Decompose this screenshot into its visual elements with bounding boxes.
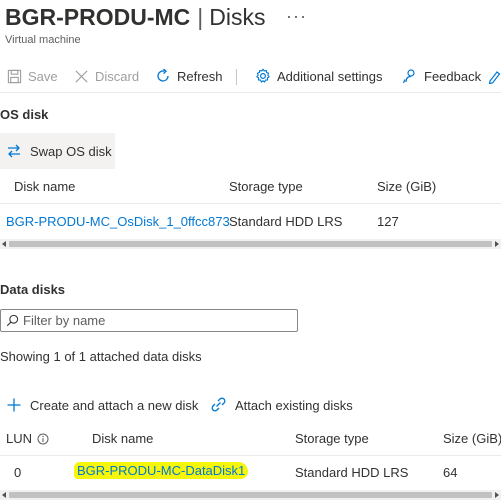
scroll-right-arrow[interactable] bbox=[495, 492, 499, 498]
data-disk-lun: 0 bbox=[14, 465, 22, 480]
data-disk-size: 64 bbox=[443, 465, 458, 480]
search-icon bbox=[6, 314, 19, 327]
os-col-size[interactable]: Size (GiB) bbox=[377, 179, 436, 194]
additional-settings-label: Additional settings bbox=[277, 68, 383, 84]
plus-icon bbox=[6, 397, 22, 413]
os-col-disk-name[interactable]: Disk name bbox=[14, 179, 75, 194]
data-header-divider bbox=[0, 455, 501, 456]
scroll-thumb[interactable] bbox=[9, 492, 492, 498]
resource-name: BGR-PRODU-MC bbox=[5, 4, 191, 30]
data-disk-storage-type: Standard HDD LRS bbox=[295, 465, 409, 480]
feedback-icon bbox=[402, 68, 418, 84]
swap-os-disk-label: Swap OS disk bbox=[30, 143, 112, 159]
discard-label: Discard bbox=[95, 68, 140, 84]
gear-icon bbox=[255, 68, 271, 84]
scroll-left-arrow[interactable] bbox=[2, 492, 6, 498]
lun-header-label: LUN bbox=[6, 431, 33, 446]
toolbar-divider bbox=[236, 69, 237, 85]
swap-os-disk-button[interactable]: Swap OS disk bbox=[0, 133, 115, 169]
discard-button[interactable]: Discard bbox=[73, 68, 139, 84]
more-options-button[interactable]: ··· bbox=[286, 6, 307, 27]
refresh-icon bbox=[155, 68, 171, 84]
additional-settings-button[interactable]: Additional settings bbox=[255, 68, 383, 84]
attach-existing-disks-button[interactable]: Attach existing disks bbox=[210, 397, 353, 413]
data-disks-heading: Data disks bbox=[0, 282, 66, 297]
attached-disks-count: Showing 1 of 1 attached data disks bbox=[0, 349, 202, 364]
filter-by-name-input[interactable] bbox=[23, 313, 283, 328]
os-disk-storage-type: Standard HDD LRS bbox=[229, 214, 343, 229]
create-attach-disk-button[interactable]: Create and attach a new disk bbox=[6, 397, 198, 413]
os-disk-heading: OS disk bbox=[0, 107, 49, 122]
data-col-lun[interactable]: LUN bbox=[6, 431, 49, 446]
title-separator: | bbox=[197, 4, 204, 30]
attach-icon bbox=[210, 397, 227, 413]
scroll-thumb[interactable] bbox=[9, 241, 492, 247]
close-icon bbox=[73, 68, 89, 84]
refresh-label: Refresh bbox=[177, 68, 223, 84]
feedback-label: Feedback bbox=[424, 68, 482, 84]
create-attach-label: Create and attach a new disk bbox=[30, 397, 199, 413]
os-disk-size: 127 bbox=[377, 214, 399, 229]
data-disk-link[interactable]: BGR-PRODU-MC-DataDisk1 bbox=[74, 462, 249, 479]
data-col-storage-type[interactable]: Storage type bbox=[295, 431, 369, 446]
refresh-button[interactable]: Refresh bbox=[155, 68, 223, 84]
page-title: BGR-PRODU-MC | Disks bbox=[5, 4, 265, 31]
command-bar: Save Discard Refresh Additional settings… bbox=[0, 60, 501, 93]
save-button[interactable]: Save bbox=[6, 68, 58, 84]
page-subtitle: Virtual machine bbox=[5, 34, 81, 46]
scroll-left-arrow[interactable] bbox=[2, 241, 6, 247]
feedback-button[interactable]: Feedback bbox=[402, 68, 481, 84]
swap-icon bbox=[6, 143, 22, 159]
attach-existing-label: Attach existing disks bbox=[235, 397, 353, 413]
info-icon[interactable] bbox=[37, 433, 49, 445]
data-col-disk-name[interactable]: Disk name bbox=[92, 431, 153, 446]
os-header-divider bbox=[0, 203, 501, 204]
page-name: Disks bbox=[209, 4, 266, 30]
data-col-size[interactable]: Size (GiB) bbox=[443, 431, 501, 446]
save-icon bbox=[6, 68, 22, 84]
overflow-edit-icon[interactable] bbox=[488, 68, 501, 84]
data-disks-scrollbar[interactable] bbox=[0, 490, 501, 500]
save-label: Save bbox=[28, 68, 58, 84]
data-disk-row-name: BGR-PRODU-MC-DataDisk1 bbox=[74, 462, 249, 479]
scroll-right-arrow[interactable] bbox=[495, 241, 499, 247]
os-disk-scrollbar[interactable] bbox=[0, 239, 501, 249]
filter-input-box[interactable] bbox=[0, 309, 298, 332]
os-disk-link[interactable]: BGR-PRODU-MC_OsDisk_1_0ffcc873 bbox=[6, 214, 230, 229]
os-col-storage-type[interactable]: Storage type bbox=[229, 179, 303, 194]
